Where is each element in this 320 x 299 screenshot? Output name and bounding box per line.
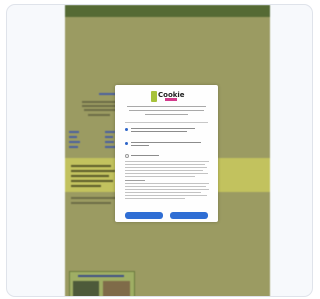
side-link (69, 146, 78, 148)
text-line (71, 185, 101, 187)
cookie-logo: Cookie (151, 91, 185, 102)
option-line (131, 128, 195, 129)
checkbox-unchecked-icon[interactable] (125, 154, 129, 158)
option-line (131, 145, 149, 146)
text-line (71, 197, 117, 199)
text-line (71, 180, 113, 182)
fine-line (125, 167, 207, 168)
heading-line (129, 110, 204, 111)
side-link (69, 131, 79, 133)
side-link (105, 136, 113, 138)
site-top-nav (65, 5, 270, 17)
intro-line (125, 122, 208, 123)
text-line (84, 109, 117, 111)
side-link (105, 141, 114, 143)
text-line (71, 165, 111, 167)
checkbox-checked-icon[interactable] (125, 142, 128, 145)
thumbnail-caption (78, 275, 124, 277)
top-nav-text (71, 7, 191, 12)
fine-line (125, 161, 209, 162)
text-line (71, 175, 109, 177)
heading-line (145, 114, 188, 115)
fine-line (125, 189, 209, 190)
text-line (71, 202, 111, 204)
option-line (131, 142, 201, 143)
accept-button[interactable] (170, 212, 208, 219)
fine-line (125, 186, 206, 187)
settings-button[interactable] (125, 212, 163, 219)
side-link (69, 136, 77, 138)
side-link (69, 141, 80, 143)
fine-line (125, 192, 201, 193)
fine-line (125, 173, 208, 174)
option-line (131, 155, 159, 156)
consent-option-1[interactable] (125, 127, 209, 135)
logo-icon (151, 91, 157, 102)
option-line (131, 131, 187, 132)
checkbox-checked-icon[interactable] (125, 128, 128, 131)
text-line (71, 170, 115, 172)
consent-option-2[interactable] (125, 141, 209, 149)
fine-subheading (125, 180, 145, 181)
fine-line (125, 176, 195, 177)
fine-line (125, 198, 185, 199)
fine-line (125, 195, 207, 196)
preview-card: Cookie (6, 4, 313, 297)
fine-line (125, 183, 209, 184)
fine-line (125, 170, 203, 171)
logo-accent (165, 98, 177, 101)
thumbnail-image (73, 281, 99, 296)
cookie-consent-dialog: Cookie (115, 85, 218, 222)
thumbnail-card[interactable] (69, 271, 135, 296)
text-line (88, 114, 110, 116)
thumbnail-image (103, 281, 130, 296)
consent-option-3[interactable] (125, 153, 209, 161)
heading-line (127, 106, 206, 107)
consent-fine-print (125, 161, 209, 201)
fine-line (125, 164, 205, 165)
text-line (82, 101, 118, 103)
side-link (105, 131, 115, 133)
